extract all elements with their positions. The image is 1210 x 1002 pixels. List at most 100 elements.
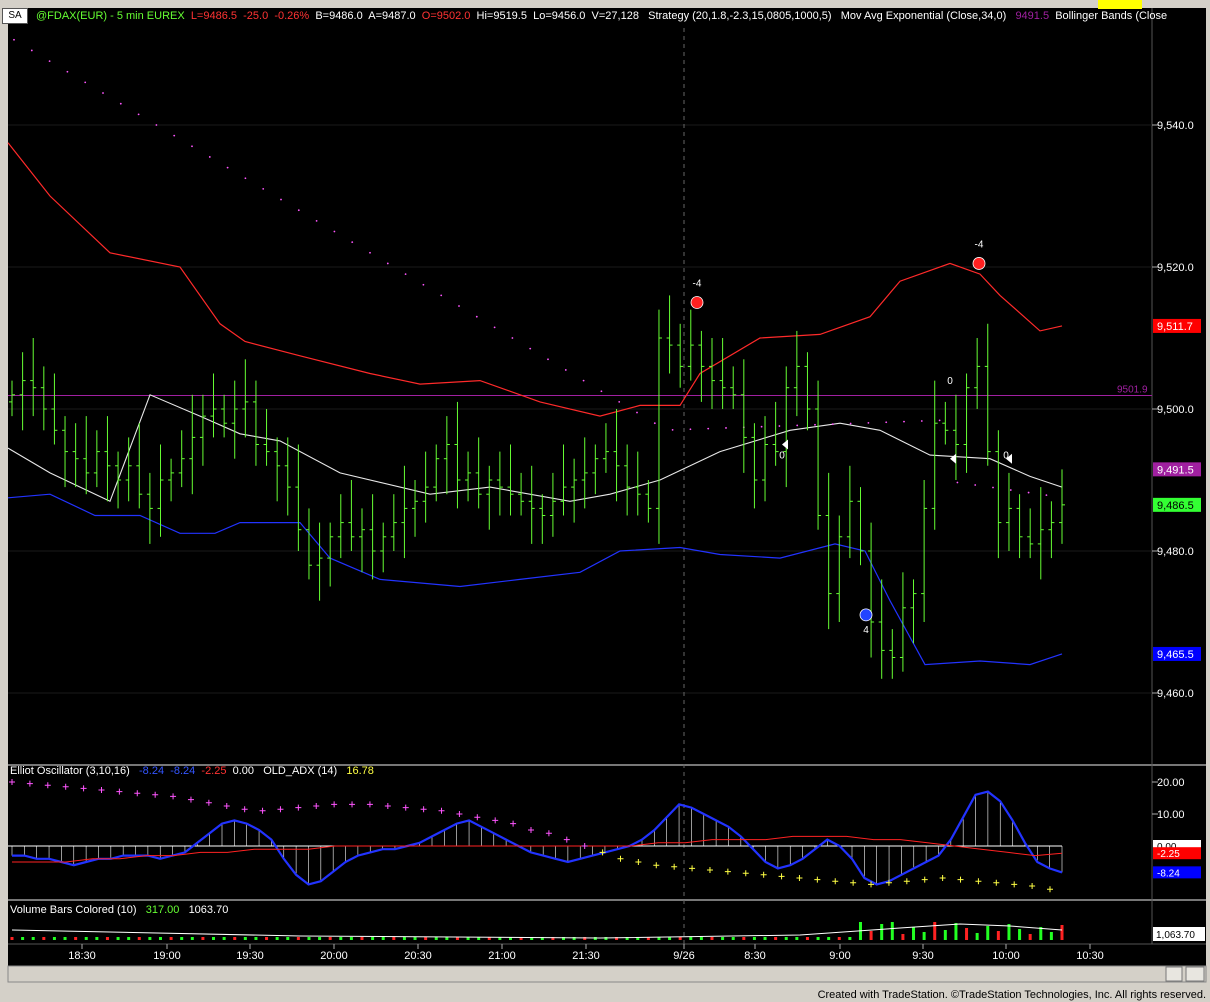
volume-bar	[827, 937, 831, 940]
corner-button[interactable]	[1098, 0, 1142, 9]
sar-dot	[404, 273, 407, 275]
volume-bar	[922, 932, 926, 940]
x-tick-label: 9:00	[829, 950, 850, 962]
symbol-tab[interactable]: SA	[2, 8, 28, 24]
sar-dot	[244, 177, 247, 180]
volume-bar	[954, 923, 958, 940]
volume-bar	[328, 937, 332, 940]
x-tick-label: 21:00	[488, 950, 516, 962]
volume-bar	[402, 937, 406, 940]
net-change: -25.0	[243, 10, 269, 22]
oscillator-value-2: -8.24	[170, 765, 196, 777]
volume-bar	[424, 937, 428, 940]
x-tick-label: 20:00	[320, 950, 348, 962]
volume-bar	[699, 937, 703, 940]
sar-dot	[974, 484, 977, 486]
volume-bar	[710, 937, 714, 940]
sar-dot	[956, 481, 959, 484]
volume-bar	[392, 937, 396, 940]
volume-bar	[21, 937, 25, 940]
volume-bar	[233, 937, 237, 940]
strategy-label: Strategy (20,1.8,-2.3,15,0805,1000,5)	[648, 10, 832, 22]
sar-dot	[725, 427, 727, 429]
volume-bar	[381, 937, 385, 940]
volume-total: V=27,128	[591, 10, 639, 22]
chart-canvas: -4-40040 9,540.09,520.09,500.09,480.09,4…	[0, 0, 1210, 1002]
sar-dot	[831, 423, 834, 426]
oscillator-value-4: 0.00	[232, 765, 255, 777]
strategy-label: 0	[947, 376, 953, 387]
adx-title: OLD_ADX (14)	[263, 765, 338, 777]
x-tick-label: 8:30	[744, 950, 765, 962]
sar-dot	[778, 425, 781, 427]
volume-bar	[965, 928, 969, 940]
sar-dot	[155, 124, 158, 126]
volume-bar	[243, 937, 247, 940]
volume-bar	[774, 937, 778, 940]
x-tick-label: 21:30	[572, 950, 600, 962]
volume-bar	[349, 937, 353, 940]
volume-bar	[116, 937, 120, 940]
sar-dot	[333, 230, 336, 233]
volume-bar	[805, 937, 809, 940]
sar-dot	[796, 424, 799, 427]
horizontal-scrollbar[interactable]	[7, 965, 1207, 983]
sar-dot	[600, 390, 603, 393]
sar-dot	[885, 421, 888, 424]
y-tick-label: 9,520.0	[1157, 262, 1194, 274]
volume-bar	[212, 937, 216, 940]
sar-dot	[1009, 489, 1012, 491]
volume-bar	[52, 937, 56, 940]
volume-bar	[721, 937, 725, 940]
buy-signal-icon	[859, 608, 873, 622]
bollinger-label: Bollinger Bands (Close	[1055, 10, 1168, 22]
ema-value-flag: 9,491.5	[1157, 464, 1194, 476]
sar-dot	[102, 92, 104, 94]
volume-bar	[986, 926, 990, 940]
volume-bar	[816, 937, 820, 940]
volume-bar	[1049, 932, 1053, 940]
adx-value: 16.78	[346, 765, 374, 777]
volume-bar	[1060, 925, 1064, 940]
sar-dot	[1027, 491, 1030, 494]
sar-dot	[315, 219, 318, 222]
sar-dot	[903, 420, 905, 423]
sar-dot	[653, 422, 656, 425]
volume-bar	[74, 937, 78, 940]
osc-y-tick-label: 10.00	[1157, 809, 1185, 821]
sar-dot	[119, 102, 122, 105]
sar-dot	[582, 379, 585, 382]
volume-bar	[318, 937, 322, 940]
volume-bar	[933, 922, 937, 940]
volume-bar	[371, 937, 375, 940]
osc-y-tick-label: 20.00	[1157, 777, 1185, 789]
sar-dot	[493, 326, 496, 329]
volume-bar	[1018, 929, 1022, 940]
sar-dot	[208, 156, 211, 158]
volume-bar	[434, 937, 438, 940]
volume-bar	[286, 937, 290, 940]
volume-bar	[127, 937, 131, 940]
sell-signal-icon	[972, 257, 986, 270]
open-price: O=9502.0	[421, 10, 471, 22]
volume-bar	[137, 937, 141, 940]
volume-value-2: 1063.70	[188, 904, 229, 916]
sar-dot	[30, 49, 33, 52]
scroll-right-button[interactable]	[1185, 966, 1205, 982]
scroll-thumb[interactable]	[1165, 966, 1183, 982]
sar-dot	[707, 427, 710, 430]
oscillator-title: Elliot Oscillator (3,10,16)	[10, 765, 130, 777]
volume-title: Volume Bars Colored (10)	[10, 904, 137, 916]
y-tick-label: 9,480.0	[1157, 546, 1194, 558]
volume-bar	[742, 937, 746, 940]
volume-bar	[795, 937, 799, 940]
sar-dot	[618, 401, 621, 403]
oscillator-value-3: -2.25	[201, 765, 227, 777]
volume-bar	[84, 937, 88, 940]
strategy-label: -4	[693, 279, 702, 290]
volume-bar	[63, 937, 67, 940]
sar-dot	[564, 369, 567, 371]
volume-header: Volume Bars Colored (10) 317.00 1063.70	[10, 904, 228, 916]
volume-bar	[689, 937, 693, 940]
oscillator-header: Elliot Oscillator (3,10,16) -8.24 -8.24 …	[10, 765, 374, 777]
